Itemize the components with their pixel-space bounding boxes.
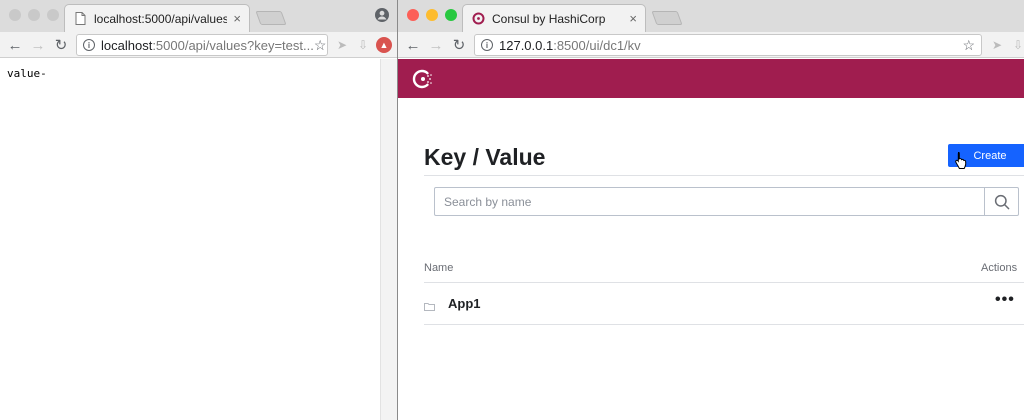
tab-title: Consul by HashiCorp: [492, 11, 606, 26]
column-header-actions: Actions: [981, 262, 1018, 274]
minimize-window-button[interactable]: [426, 9, 438, 21]
response-text: value-: [7, 67, 47, 80]
title-divider: [424, 175, 1024, 176]
maximize-window-button[interactable]: [445, 9, 457, 21]
address-bar[interactable]: i localhost:5000/api/values?key=test... …: [76, 34, 328, 56]
extension-icon[interactable]: ⇩: [1010, 37, 1024, 53]
new-tab-button[interactable]: [255, 11, 287, 25]
url-host: 127.0.0.1: [499, 37, 554, 53]
left-browser-window: localhost:5000/api/values?key × ← → ↻ i …: [0, 0, 397, 420]
reload-icon[interactable]: ↻: [450, 36, 468, 54]
right-browser-window: Consul by HashiCorp × ← → ↻ i 127.0.0.1:…: [398, 0, 1024, 420]
consul-icon[interactable]: [412, 68, 434, 90]
extension-icon[interactable]: ⇩: [355, 37, 371, 53]
file-icon: [73, 12, 87, 26]
close-tab-button[interactable]: ×: [629, 11, 637, 26]
url-host: localhost: [101, 37, 153, 53]
url-path: :5000/api/values?key=test...: [152, 37, 314, 53]
search-icon[interactable]: [984, 188, 1018, 215]
api-response-page: value-: [0, 59, 380, 420]
search-box: [434, 187, 1019, 216]
table-row[interactable]: App1 •••: [424, 284, 1024, 324]
column-header-name[interactable]: Name: [424, 262, 453, 274]
search-input[interactable]: [435, 188, 985, 215]
consul-header-bar: [398, 59, 1024, 98]
tab-consul[interactable]: Consul by HashiCorp ×: [462, 4, 646, 32]
kv-key-name[interactable]: App1: [448, 296, 481, 311]
row-divider: [424, 324, 1024, 325]
more-actions-icon[interactable]: •••: [995, 291, 1015, 309]
tab-localhost[interactable]: localhost:5000/api/values?key ×: [64, 4, 250, 32]
close-tab-button[interactable]: ×: [233, 11, 241, 26]
window-controls: [407, 9, 457, 21]
extension-icon[interactable]: ➤: [989, 37, 1005, 53]
extension-icon[interactable]: ➤: [334, 37, 350, 53]
info-icon[interactable]: i: [481, 39, 493, 51]
extension-icon[interactable]: ▲: [376, 37, 392, 53]
close-window-button[interactable]: [407, 9, 419, 21]
consul-icon: [471, 12, 485, 26]
account-icon[interactable]: [375, 8, 389, 22]
star-icon[interactable]: ☆: [314, 37, 327, 54]
maximize-window-button[interactable]: [47, 9, 59, 21]
url-path: :8500/ui/dc1/kv: [553, 37, 641, 53]
address-bar[interactable]: i 127.0.0.1:8500/ui/dc1/kv ☆: [474, 34, 982, 56]
minimize-window-button[interactable]: [28, 9, 40, 21]
browser-toolbar: ← → ↻ i 127.0.0.1:8500/ui/dc1/kv ☆ ➤ ⇩: [398, 32, 1024, 58]
info-icon[interactable]: i: [83, 39, 95, 51]
star-icon[interactable]: ☆: [962, 37, 975, 54]
tab-strip: Consul by HashiCorp ×: [398, 0, 1024, 32]
reload-icon[interactable]: ↻: [52, 36, 70, 54]
tab-title: localhost:5000/api/values?key: [94, 11, 228, 26]
table-header-divider: [424, 282, 1024, 283]
back-arrow-icon[interactable]: ←: [6, 36, 24, 54]
cursor-icon: [954, 151, 968, 169]
window-controls: [9, 9, 59, 21]
folder-icon: [424, 298, 435, 311]
page-title: Key / Value: [424, 144, 546, 170]
close-window-button[interactable]: [9, 9, 21, 21]
new-tab-button[interactable]: [651, 11, 683, 25]
create-button-label: Create: [973, 149, 1007, 162]
browser-toolbar: ← → ↻ i localhost:5000/api/values?key=te…: [0, 32, 397, 58]
tab-strip: localhost:5000/api/values?key ×: [0, 0, 397, 32]
forward-arrow-icon[interactable]: →: [29, 36, 47, 54]
page-scrollbar[interactable]: [380, 59, 397, 420]
forward-arrow-icon[interactable]: →: [427, 36, 445, 54]
back-arrow-icon[interactable]: ←: [404, 36, 422, 54]
